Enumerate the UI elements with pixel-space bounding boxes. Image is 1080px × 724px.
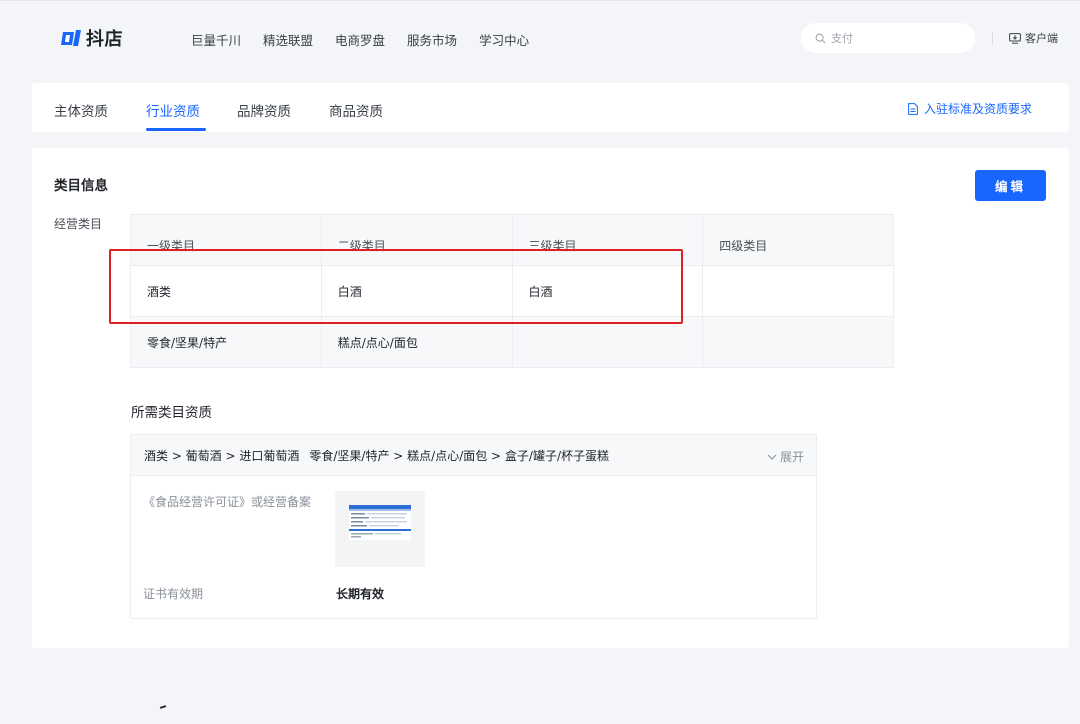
tab-entity-qualification[interactable]: 主体资质 (54, 100, 108, 120)
nav-link-compass[interactable]: 电商罗盘 (335, 30, 385, 49)
license-screenshot-image (335, 491, 425, 567)
validity-label: 证书有效期 (143, 587, 204, 601)
nav-links: 巨量千川 精选联盟 电商罗盘 服务市场 学习中心 (191, 30, 551, 49)
chevron-down-icon (767, 454, 777, 460)
tab-brand-qualification[interactable]: 品牌资质 (237, 100, 291, 120)
license-thumbnail[interactable] (335, 491, 425, 567)
license-name: 《食品经营许可证》或经营备案 (143, 495, 312, 509)
category-info-card: 类目信息 编辑 经营类目 一级类目 二级类目 三级类目 四级类目 酒类 白酒 白… (32, 148, 1069, 648)
column-header-level4: 四级类目 (702, 214, 894, 266)
expand-button[interactable]: 展开 (767, 448, 804, 465)
expand-label: 展开 (779, 450, 804, 464)
doudian-logo-icon (61, 30, 81, 46)
nav-divider (992, 32, 993, 44)
qualification-path-header: 酒类 > 葡萄酒 > 进口葡萄酒 零食/坚果/特产 > 糕点/点心/面包 > 盒子… (131, 435, 816, 476)
table-row: 零食/坚果/特产 糕点/点心/面包 (130, 316, 894, 368)
category-path: 零食/坚果/特产 > 糕点/点心/面包 > 盒子/罐子/杯子蛋糕 (309, 448, 610, 463)
category-path: 酒类 > 葡萄酒 > 进口葡萄酒 (144, 448, 300, 463)
nav-link-qianchuan[interactable]: 巨量千川 (191, 30, 241, 49)
brand-name: 抖店 (86, 29, 123, 50)
red-highlight-annotation (109, 249, 683, 324)
search-box (801, 23, 975, 53)
edit-button[interactable]: 编辑 (975, 170, 1046, 201)
stray-mark (159, 705, 167, 709)
tab-product-qualification[interactable]: 商品资质 (329, 100, 383, 120)
required-qualifications-panel: 酒类 > 葡萄酒 > 进口葡萄酒 零食/坚果/特产 > 糕点/点心/面包 > 盒子… (130, 434, 817, 619)
table-cell (702, 265, 894, 317)
category-paths: 酒类 > 葡萄酒 > 进口葡萄酒 零食/坚果/特产 > 糕点/点心/面包 > 盒子… (144, 447, 619, 464)
tab-industry-qualification[interactable]: 行业资质 (146, 100, 200, 120)
document-icon (908, 102, 918, 115)
nav-link-learning-center[interactable]: 学习中心 (479, 30, 529, 49)
requirements-link-label: 入驻标准及资质要求 (924, 102, 1033, 116)
table-cell: 糕点/点心/面包 (320, 316, 513, 368)
search-icon (815, 33, 826, 43)
desktop-download-icon (1009, 32, 1021, 44)
validity-value: 长期有效 (336, 587, 385, 601)
brand-logo[interactable]: 抖店 (60, 25, 123, 51)
table-cell (511, 316, 704, 368)
section-title: 类目信息 (54, 178, 108, 194)
nav-link-service-market[interactable]: 服务市场 (407, 30, 457, 49)
search-input[interactable] (831, 31, 961, 45)
active-tab-indicator (146, 128, 206, 131)
qualification-tabs: 主体资质 行业资质 品牌资质 商品资质 入驻标准及资质要求 (32, 83, 1069, 132)
requirements-link[interactable]: 入驻标准及资质要求 (908, 100, 1032, 117)
required-qualifications-title: 所需类目资质 (131, 405, 212, 421)
table-cell (702, 316, 894, 368)
client-label: 客户端 (1025, 32, 1058, 45)
nav-link-alliance[interactable]: 精选联盟 (263, 30, 313, 49)
table-cell: 零食/坚果/特产 (130, 316, 322, 368)
top-navigation: 抖店 巨量千川 精选联盟 电商罗盘 服务市场 学习中心 客户端 (0, 1, 1080, 71)
business-category-label: 经营类目 (54, 217, 103, 231)
client-download-button[interactable]: 客户端 (1009, 30, 1058, 46)
